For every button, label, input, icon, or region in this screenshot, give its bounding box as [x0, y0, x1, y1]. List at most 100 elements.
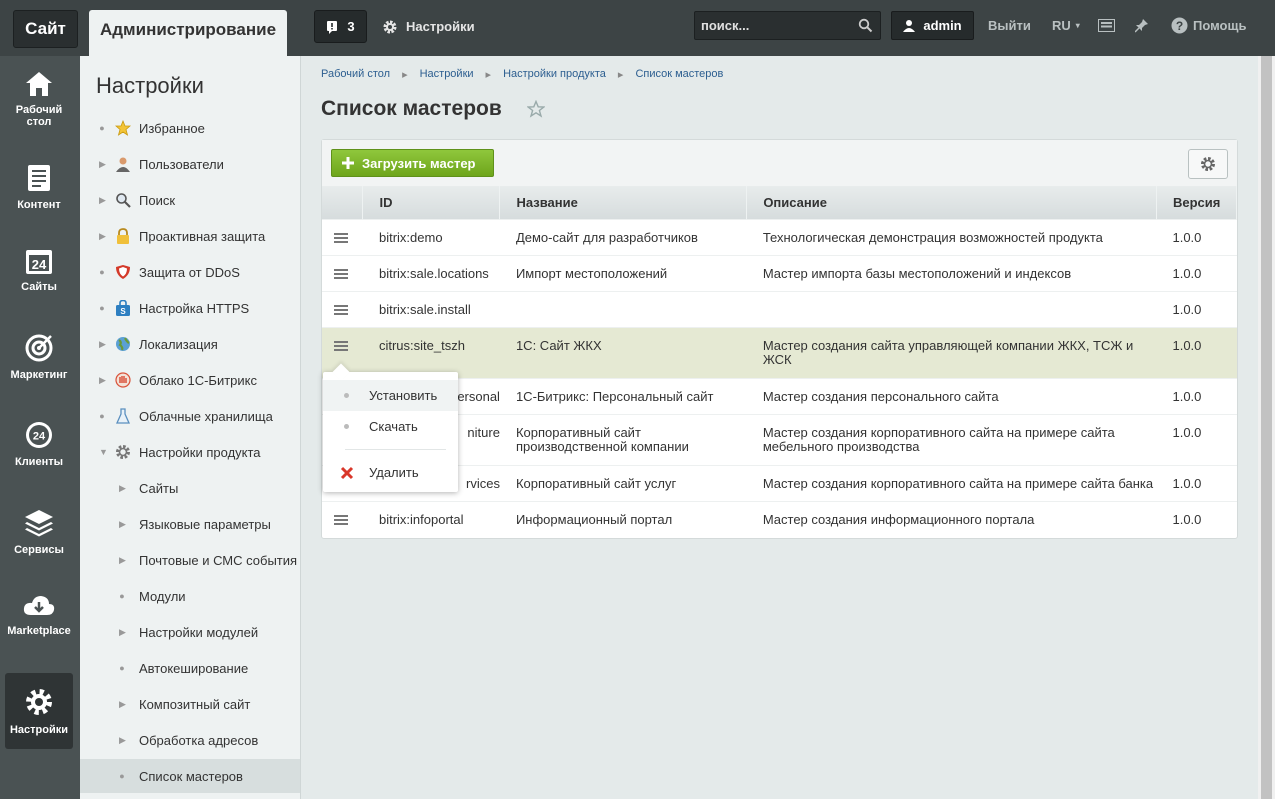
menu-item-cloud-storage[interactable]: ● Облачные хранилища: [80, 399, 300, 433]
menu-item-download[interactable]: Скачать: [323, 411, 458, 442]
breadcrumb-link[interactable]: Рабочий стол: [321, 68, 390, 81]
menu-item-product-settings[interactable]: ▼ Настройки продукта: [80, 435, 300, 469]
collapse-arrow-icon[interactable]: ▼: [99, 447, 108, 457]
breadcrumb-separator: ▸: [485, 69, 492, 81]
logout-link[interactable]: Выйти: [988, 11, 1031, 40]
star-icon: [114, 119, 132, 137]
menu-hamburger-icon[interactable]: [334, 267, 348, 281]
menu-item-label: Защита от DDoS: [139, 264, 240, 280]
row-actions-cell[interactable]: [322, 254, 363, 291]
table-row-selected[interactable]: citrus:site_tszh 1С: Сайт ЖКХ Мастер соз…: [322, 326, 1237, 378]
menu-item-label: Список мастеров: [139, 768, 243, 784]
nav-marketing[interactable]: Маркетинг: [5, 319, 73, 395]
menu-item-mail-events[interactable]: ▶ Почтовые и СМС события: [80, 543, 300, 577]
cell-description: Мастер создания корпоративного сайта на …: [746, 464, 1157, 501]
column-header-description[interactable]: Описание: [746, 186, 1157, 219]
main-content: Рабочий стол ▸ Настройки ▸ Настройки проду…: [301, 56, 1275, 799]
user-button[interactable]: admin: [891, 11, 974, 40]
menu-hamburger-icon[interactable]: [334, 303, 348, 317]
menu-hamburger-icon[interactable]: [334, 339, 348, 353]
settings-menu: Настройки ● Избранное ▶ Пользователи ▶ Поис…: [80, 56, 301, 799]
row-actions-cell[interactable]: [322, 218, 363, 255]
notifications-button[interactable]: 3: [314, 10, 367, 43]
nav-desktop[interactable]: Рабочий стол: [5, 61, 73, 137]
svg-text:24: 24: [32, 257, 47, 272]
load-wizard-button[interactable]: Загрузить мастер: [331, 149, 494, 177]
menu-item-favorites[interactable]: ● Избранное: [80, 111, 300, 145]
breadcrumb-link[interactable]: Настройки продукта: [503, 68, 606, 81]
nav-sites[interactable]: 24 Сайты: [5, 232, 73, 308]
menu-item-install[interactable]: Установить: [323, 380, 458, 411]
nav-settings[interactable]: Настройки: [5, 673, 73, 749]
menu-item-sites[interactable]: ▶ Сайты: [80, 471, 300, 505]
cell-version: 1.0.0: [1156, 500, 1237, 537]
expand-arrow-icon[interactable]: ▶: [119, 627, 126, 638]
menu-item-https[interactable]: ● S Настройка HTTPS: [80, 291, 300, 325]
expand-arrow-icon[interactable]: ▶: [119, 555, 126, 566]
cloud-download-icon: [23, 596, 55, 615]
pin-button[interactable]: [1135, 11, 1149, 40]
column-header-id[interactable]: ID: [362, 186, 501, 219]
breadcrumb-link[interactable]: Настройки: [420, 68, 474, 81]
menu-item-url-processing[interactable]: ▶ Обработка адресов: [80, 723, 300, 757]
breadcrumb-link[interactable]: Список мастеров: [635, 68, 723, 81]
top-settings-link[interactable]: Настройки: [382, 10, 475, 43]
user-name: admin: [923, 18, 962, 33]
expand-arrow-icon[interactable]: ▶: [119, 735, 126, 746]
gear-icon: [1201, 157, 1215, 171]
menu-item-module-settings[interactable]: ▶ Настройки модулей: [80, 615, 300, 649]
menu-item-language-params[interactable]: ▶ Языковые параметры: [80, 507, 300, 541]
menu-item-proactive[interactable]: ▶ Проактивная защита: [80, 219, 300, 253]
help-link[interactable]: ? Помощь: [1171, 11, 1246, 40]
site-tab[interactable]: Сайт: [13, 10, 78, 48]
menu-item-composite[interactable]: ▶ Композитный сайт: [80, 687, 300, 721]
table-row[interactable]: bitrix:sale.install 1.0.0: [322, 290, 1237, 327]
table-row[interactable]: bitrix:demo Демо-сайт для разработчиков …: [322, 218, 1237, 255]
expand-arrow-icon[interactable]: ▶: [119, 483, 126, 494]
menu-item-localization[interactable]: ▶ Локализация: [80, 327, 300, 361]
expand-arrow-icon[interactable]: ▶: [99, 195, 106, 206]
expand-arrow-icon[interactable]: ▶: [99, 159, 106, 170]
favorite-star-icon[interactable]: [527, 100, 545, 118]
expand-arrow-icon[interactable]: ▶: [99, 339, 106, 350]
page-scrollbar[interactable]: [1258, 56, 1275, 799]
expand-arrow-icon[interactable]: ▶: [99, 375, 106, 386]
table-row[interactable]: rvices Корпоративный сайт услуг Мастер с…: [322, 464, 1237, 501]
nav-clients[interactable]: 24 Клиенты: [5, 406, 73, 482]
search-input[interactable]: [695, 12, 845, 39]
row-actions-cell[interactable]: [322, 290, 363, 327]
nav-marketplace[interactable]: Marketplace: [5, 577, 73, 653]
menu-item-autocache[interactable]: ● Автокеширование: [80, 651, 300, 685]
search-icon[interactable]: [858, 18, 873, 33]
menu-hamburger-icon[interactable]: [334, 513, 348, 527]
scrollbar-thumb[interactable]: [1261, 56, 1272, 799]
table-row[interactable]: bitrix:sale.locations Импорт местоположе…: [322, 254, 1237, 291]
menu-item-modules[interactable]: ● Модули: [80, 579, 300, 613]
bullet-icon: ●: [119, 591, 125, 601]
expand-arrow-icon[interactable]: ▶: [119, 519, 126, 530]
menu-item-ddos[interactable]: ● Защита от DDoS: [80, 255, 300, 289]
nav-content[interactable]: Контент: [5, 149, 73, 225]
menu-item-search[interactable]: ▶ Поиск: [80, 183, 300, 217]
row-actions-cell[interactable]: [322, 500, 363, 537]
nav-services[interactable]: Сервисы: [5, 494, 73, 570]
menu-item-cloud-bitrix[interactable]: ▶ Облако 1С-Битрикс: [80, 363, 300, 397]
table-row[interactable]: ersonal 1С-Битрикс: Персональный сайт Ма…: [322, 377, 1237, 414]
language-selector[interactable]: RU ▾: [1052, 11, 1080, 40]
menu-item-wizard-list[interactable]: ● Список мастеров: [80, 759, 300, 793]
table-row[interactable]: bitrix:infoportal Информационный портал …: [322, 500, 1237, 537]
list-settings-button[interactable]: [1188, 149, 1228, 179]
admin-tab[interactable]: Администрирование: [89, 10, 287, 56]
menu-item-delete[interactable]: Удалить: [323, 457, 458, 488]
keyboard-button[interactable]: [1098, 11, 1115, 40]
column-header-name[interactable]: Название: [499, 186, 748, 219]
expand-arrow-icon[interactable]: ▶: [119, 699, 126, 710]
svg-text:?: ?: [1176, 19, 1183, 33]
menu-item-users[interactable]: ▶ Пользователи: [80, 147, 300, 181]
column-header-version[interactable]: Версия: [1156, 186, 1238, 219]
expand-arrow-icon[interactable]: ▶: [99, 231, 106, 242]
nav-label: Рабочий: [15, 104, 63, 116]
table-row[interactable]: niture Корпоративный сайт производственн…: [322, 413, 1237, 465]
bullet-icon: ●: [99, 123, 105, 133]
menu-hamburger-icon[interactable]: [334, 231, 348, 245]
